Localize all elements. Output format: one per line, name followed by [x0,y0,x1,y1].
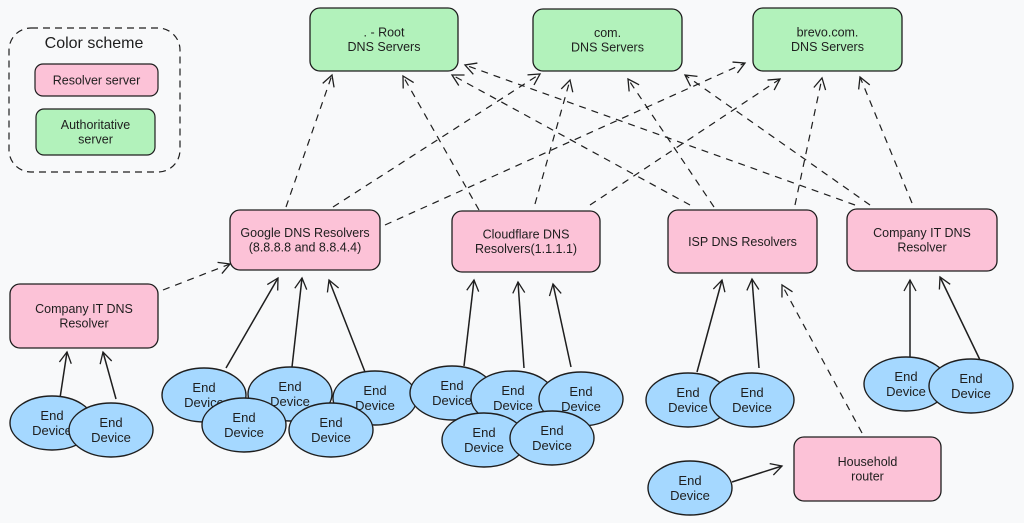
end-device-label: End [440,378,463,393]
node-company-left[interactable]: Company IT DNSResolver [9,283,159,349]
end-device-label: End [569,384,592,399]
dashed-arrow-company-right-to-root [463,62,856,206]
solid-arrow-to-company-left [99,350,117,400]
solid-arrow-to-isp [746,277,760,369]
end-device[interactable]: EndDevice [709,372,795,428]
household-label: router [851,470,884,484]
company-left-label: Company IT DNS [35,302,133,316]
end-device-label: Device [532,438,572,453]
solid-arrow-to-isp [696,278,726,373]
end-device-label: Device [561,399,601,414]
company-left-label: Resolver [59,317,108,331]
dashed-arrow-isp-to-root [450,74,691,206]
node-brevo[interactable]: brevo.com.DNS Servers [752,7,903,72]
end-device-label: Device [886,384,926,399]
solid-arrow-to-google [291,276,308,368]
end-device-label: Device [91,430,131,445]
end-device-label: End [40,408,63,423]
node-com[interactable]: com.DNS Servers [532,8,683,72]
end-device-label: Device [311,430,351,445]
legend-label: Authoritative [61,118,131,132]
dashed-arrow-cloudflare-to-com [534,78,574,205]
node-google[interactable]: Google DNS Resolvers(8.8.8.8 and 8.8.4.4… [229,209,381,271]
dashed-arrow-company-right-to-com [683,74,871,206]
company-right-label: Resolver [897,241,946,255]
solid-arrow-to-cloudflare [512,280,526,369]
legend-label: Resolver server [53,73,141,87]
end-device-label: End [278,379,301,394]
end-device[interactable]: EndDevice [647,460,733,516]
end-device-label: Device [668,400,708,415]
solid-arrow-to-company-right [938,275,982,363]
cloudflare-label: Resolvers(1.1.1.1) [475,242,577,256]
end-device-label: End [472,425,495,440]
node-cloudflare[interactable]: Cloudflare DNSResolvers(1.1.1.1) [451,210,601,273]
dashed-arrow-isp-to-brevo [794,76,827,206]
node-isp[interactable]: ISP DNS Resolvers [667,209,818,274]
end-device-label: Device [32,423,72,438]
node-company-right[interactable]: Company IT DNSResolver [846,208,998,272]
end-device-label: End [740,385,763,400]
end-device-label: Device [432,393,472,408]
end-device-label: Device [732,400,772,415]
google-label: Google DNS Resolvers [240,226,369,240]
end-device-label: End [232,410,255,425]
solid-arrow-to-cloudflare [548,282,572,368]
end-device[interactable]: EndDevice [509,410,595,466]
dashed-arrow-company-left-to-google [162,261,232,291]
cloudflare-label: Cloudflare DNS [483,228,570,242]
end-device-label: End [501,383,524,398]
end-device-label: Device [951,386,991,401]
solid-arrow-to-google [326,278,366,373]
color-scheme-legend: Color scheme Resolver server Authoritative… [8,27,181,173]
end-device-label: End [99,415,122,430]
dashed-arrow-google-to-brevo [384,61,747,226]
dashed-arrow-google-to-root [285,73,335,208]
dashed-arrow-company-right-to-brevo [858,75,913,204]
isp-label: ISP DNS Resolvers [688,235,797,249]
google-label: (8.8.8.8 and 8.8.4.4) [249,241,362,255]
end-device-label: End [363,383,386,398]
root-label: . - Root [364,26,406,40]
dashed-arrow-household-to-isp [781,283,863,434]
solid-arrow-to-household [731,462,784,483]
solid-arrow-to-google [225,276,279,369]
end-device[interactable]: EndDevice [928,358,1014,414]
dashed-arrow-isp-to-com [627,77,715,208]
end-device-label: End [678,473,701,488]
end-device-label: Device [224,425,264,440]
end-device-label: Device [464,440,504,455]
end-device-label: End [959,371,982,386]
dashed-arrow-cloudflare-to-root [402,74,480,211]
brevo-label: brevo.com. [797,26,859,40]
dashed-arrow-google-to-com [332,73,542,208]
end-device-label: End [540,423,563,438]
dns-diagram: Color schemeResolver serverAuthoritative… [8,7,1014,516]
legend-title: Color scheme [45,35,144,52]
com-label: DNS Servers [571,41,644,55]
end-device-label: End [894,369,917,384]
brevo-label: DNS Servers [791,40,864,54]
legend-item-resolver: Resolver server [34,63,159,97]
household-label: Household [838,455,898,469]
node-root[interactable]: . - RootDNS Servers [309,7,459,72]
solid-arrow-to-company-left [58,350,72,399]
end-device[interactable]: EndDevice [288,402,374,458]
end-device-label: Device [493,398,533,413]
end-device-label: End [319,415,342,430]
root-label: DNS Servers [348,40,421,54]
com-label: com. [594,26,621,40]
legend-label: server [78,133,113,147]
solid-arrow-to-cloudflare [463,278,480,367]
legend-item-authoritative: Authoritativeserver [35,108,156,156]
node-household[interactable]: Householdrouter [793,436,942,502]
end-device-label: Device [670,488,710,503]
company-right-label: Company IT DNS [873,226,971,240]
end-device[interactable]: EndDevice [201,397,287,453]
end-device-label: End [192,380,215,395]
dashed-arrow-cloudflare-to-brevo [589,78,782,206]
end-device[interactable]: EndDevice [68,402,154,458]
end-device-label: End [676,385,699,400]
